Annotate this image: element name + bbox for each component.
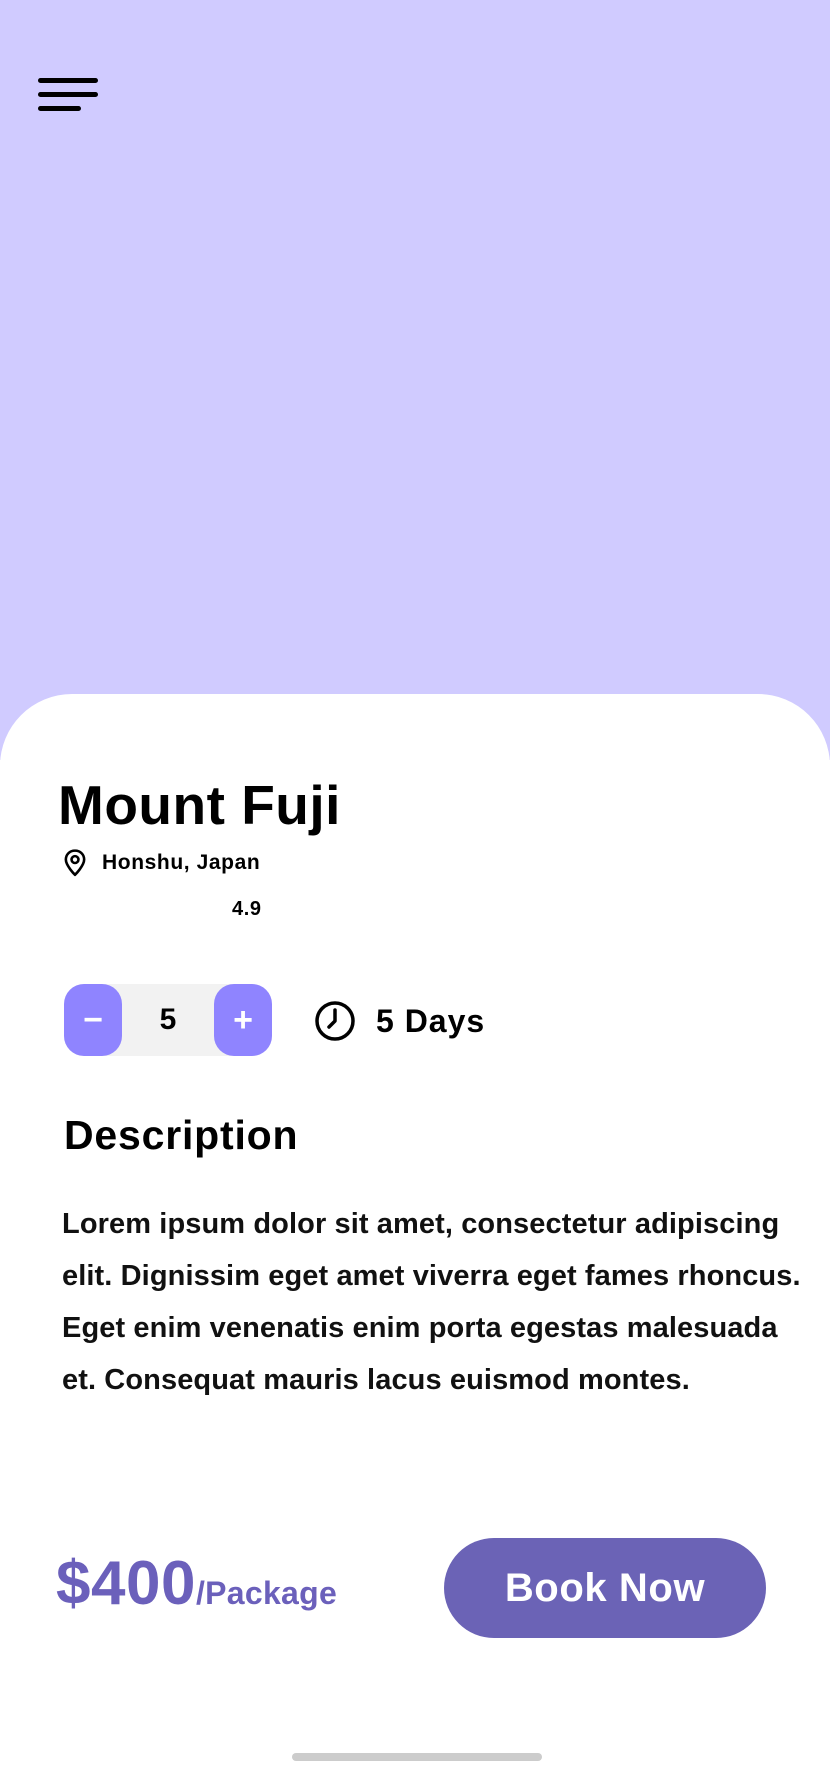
map-pin-icon <box>64 849 86 877</box>
home-indicator <box>292 1753 542 1761</box>
increase-button[interactable]: + <box>214 984 272 1056</box>
duration-info: 5 Days <box>314 1000 485 1042</box>
menu-button[interactable] <box>38 74 100 118</box>
clock-icon <box>315 1001 355 1041</box>
price-amount: $400 <box>56 1549 196 1618</box>
price: $400 /Package <box>56 1548 337 1619</box>
description-heading: Description <box>64 1112 299 1158</box>
destination-title: Mount Fuji <box>58 774 341 836</box>
hamburger-menu-icon-line <box>38 106 81 111</box>
location-row: Honshu, Japan <box>62 848 260 878</box>
duration-label: 5 Days <box>376 1002 486 1039</box>
hamburger-menu-icon-line <box>38 92 98 97</box>
book-now-button[interactable]: Book Now <box>444 1538 766 1638</box>
description-text: Lorem ipsum dolor sit amet, consectetur … <box>62 1208 801 1396</box>
hero-image-area <box>0 0 830 760</box>
rating-value: 4.9 <box>232 898 262 920</box>
decrease-button[interactable]: − <box>64 984 122 1056</box>
quantity-value: 5 <box>159 1003 177 1036</box>
quantity-stepper: − 5 + <box>64 984 272 1056</box>
location-label: Honshu, Japan <box>102 851 261 874</box>
price-unit: /Package <box>195 1575 338 1611</box>
hamburger-menu-icon <box>38 78 98 83</box>
